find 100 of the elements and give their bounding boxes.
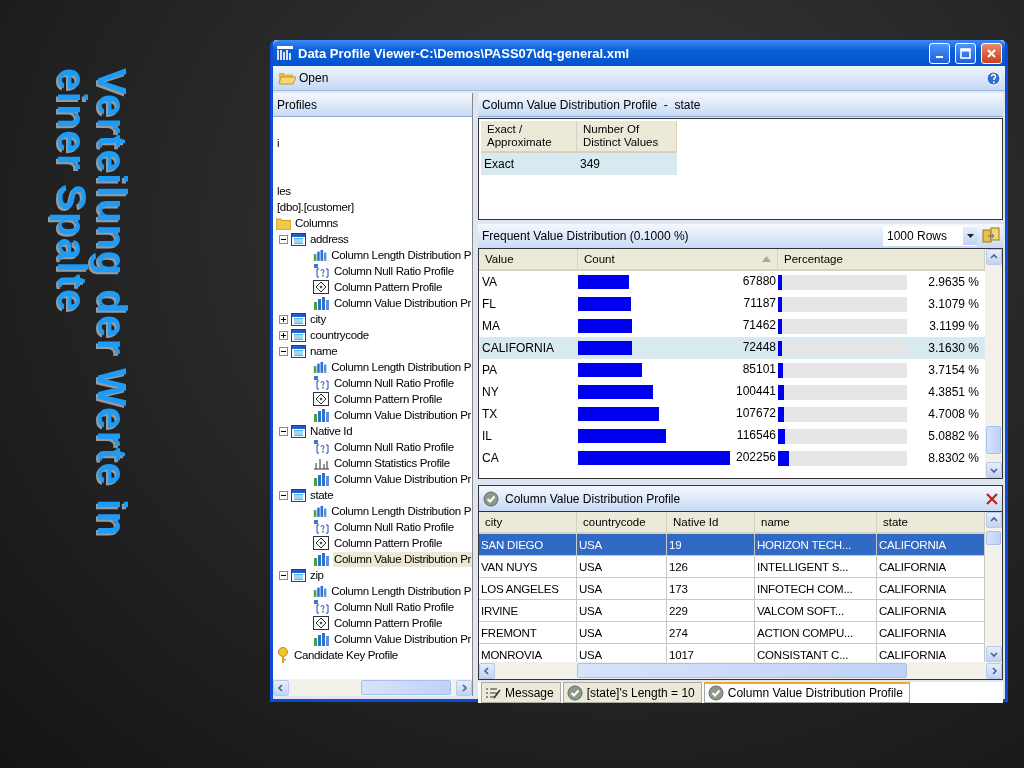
table-cell: 126 [667, 556, 755, 578]
scrollbar-thumb[interactable] [361, 680, 451, 695]
column-header[interactable]: Percentage [778, 249, 985, 271]
close-icon[interactable] [986, 492, 998, 505]
tree-item[interactable]: Column Null Ratio Profile [333, 375, 455, 391]
null-ratio-icon [313, 440, 330, 454]
statistics-icon [313, 456, 330, 470]
bar-chart-icon [313, 408, 330, 422]
tree-item[interactable]: Column Null Ratio Profile [333, 439, 455, 455]
tree-item[interactable]: [dbo].[customer] [276, 199, 355, 215]
tree-item[interactable]: Column Pattern Profile [333, 535, 443, 551]
tree-item[interactable]: zip [309, 567, 325, 583]
table-cell: 116546 [736, 428, 776, 442]
tab[interactable]: Column Value Distribution Profile [703, 682, 910, 703]
table-cell-text: 3.1199 % [928, 319, 980, 333]
scrollbar-thumb[interactable] [986, 531, 1001, 545]
bar-chart-icon [313, 296, 330, 310]
bar-chart-icon [313, 632, 330, 646]
scrollbar-thumb[interactable] [577, 663, 907, 678]
table-cell: CALIFORNIA [877, 622, 985, 644]
minimize-button[interactable] [929, 42, 950, 64]
tree-item[interactable]: state [309, 487, 335, 503]
tree-item[interactable]: i [276, 135, 281, 151]
table-cell: 107672 [735, 406, 776, 420]
table-cell: 202256 [735, 450, 776, 464]
table-cell-text: 4.3851 % [927, 385, 980, 399]
tree-item[interactable]: Column Statistics Profile [333, 455, 451, 471]
tree-item[interactable]: Column Null Ratio Profile [333, 599, 455, 615]
table-icon [291, 344, 306, 358]
help-icon[interactable] [986, 70, 1001, 86]
table-icon [291, 568, 306, 582]
tree-item[interactable]: Column Length Distribution P [330, 247, 472, 263]
column-header[interactable]: name [755, 512, 877, 534]
table-cell: Exact [481, 153, 577, 175]
pattern-icon [313, 616, 330, 630]
table-cell: INFOTECH COM... [755, 578, 877, 600]
tab[interactable]: Message [481, 682, 561, 703]
table-cell: 19 [667, 534, 755, 556]
column-header[interactable]: Value [479, 249, 578, 271]
tree-item[interactable]: les [276, 183, 292, 199]
column-header[interactable]: Exact / Approximate [481, 121, 577, 153]
table-cell-text: 2.9635 % [927, 275, 980, 289]
tree-item[interactable]: Column Value Distribution Pr [333, 407, 472, 423]
tree-item[interactable]: name [309, 343, 339, 359]
horizontal-scrollbar[interactable] [273, 679, 472, 696]
table-row[interactable]: CALIFORNIA 72448 3.1630 % [479, 337, 985, 359]
table-cell: 67880 [742, 274, 776, 288]
vertical-scrollbar[interactable] [985, 512, 1002, 662]
table-cell-text: TX [481, 407, 499, 421]
tree-item[interactable]: Column Null Ratio Profile [333, 263, 455, 279]
chevron-down-icon [988, 465, 999, 475]
check-icon [707, 685, 724, 701]
tree-item[interactable]: Column Value Distribution Pr [333, 471, 472, 487]
tree-item[interactable]: Column Length Distribution P [330, 359, 472, 375]
tree-item[interactable]: Column Value Distribution Pr [333, 551, 472, 567]
column-header[interactable]: Count [578, 249, 778, 271]
tree-item[interactable]: address [309, 231, 350, 247]
open-button[interactable]: Open [277, 71, 331, 85]
tree-item[interactable]: Column Value Distribution Pr [333, 631, 472, 647]
maximize-button[interactable] [955, 42, 976, 64]
tree-item[interactable]: city [309, 311, 327, 327]
tree-item[interactable]: Column Pattern Profile [333, 615, 443, 631]
tree-item[interactable]: countrycode [309, 327, 370, 343]
pattern-icon [313, 392, 330, 406]
close-icon [986, 47, 997, 59]
rows-dropdown[interactable]: 1000 Rows [883, 226, 977, 246]
table-icon [291, 232, 306, 246]
tree-item[interactable]: Native Id [309, 423, 354, 439]
table-cell: 71462 [742, 318, 776, 332]
export-button[interactable] [981, 226, 1001, 246]
tab[interactable]: [state]'s Length = 10 [562, 682, 702, 703]
chevron-down-icon [988, 649, 999, 659]
column-header[interactable]: Native Id [667, 512, 755, 534]
column-header[interactable]: Number Of Distinct Values [577, 121, 677, 153]
scrollbar-thumb[interactable] [986, 426, 1001, 454]
close-button[interactable] [981, 42, 1002, 64]
tree-item[interactable]: Candidate Key Profile [293, 647, 399, 663]
app-icon [277, 46, 293, 60]
pane-header: Profiles [273, 93, 472, 117]
vertical-scrollbar[interactable] [985, 249, 1002, 478]
horizontal-scrollbar[interactable] [479, 662, 1002, 679]
tree-item[interactable]: Columns [294, 215, 339, 231]
column-header[interactable]: city [479, 512, 577, 534]
folder-icon [276, 216, 291, 230]
tree-item[interactable]: Column Length Distribution P [330, 503, 472, 519]
tree-item[interactable]: Column Pattern Profile [333, 391, 443, 407]
tree-item[interactable]: Column Length Distribution P [330, 583, 472, 599]
null-ratio-icon [313, 600, 330, 614]
column-header[interactable]: state [877, 512, 985, 534]
table-icon [291, 424, 306, 438]
table-cell: USA [577, 600, 667, 622]
key-icon [276, 647, 290, 663]
column-header[interactable]: countrycode [577, 512, 667, 534]
tree-item[interactable]: Column Pattern Profile [333, 279, 443, 295]
table-cell: 85101 [742, 362, 776, 376]
tree-item[interactable]: Column Value Distribution Pr [333, 295, 472, 311]
maximize-icon [960, 47, 971, 59]
null-ratio-icon [313, 376, 330, 390]
check-icon [566, 684, 583, 701]
tree-item[interactable]: Column Null Ratio Profile [333, 519, 455, 535]
